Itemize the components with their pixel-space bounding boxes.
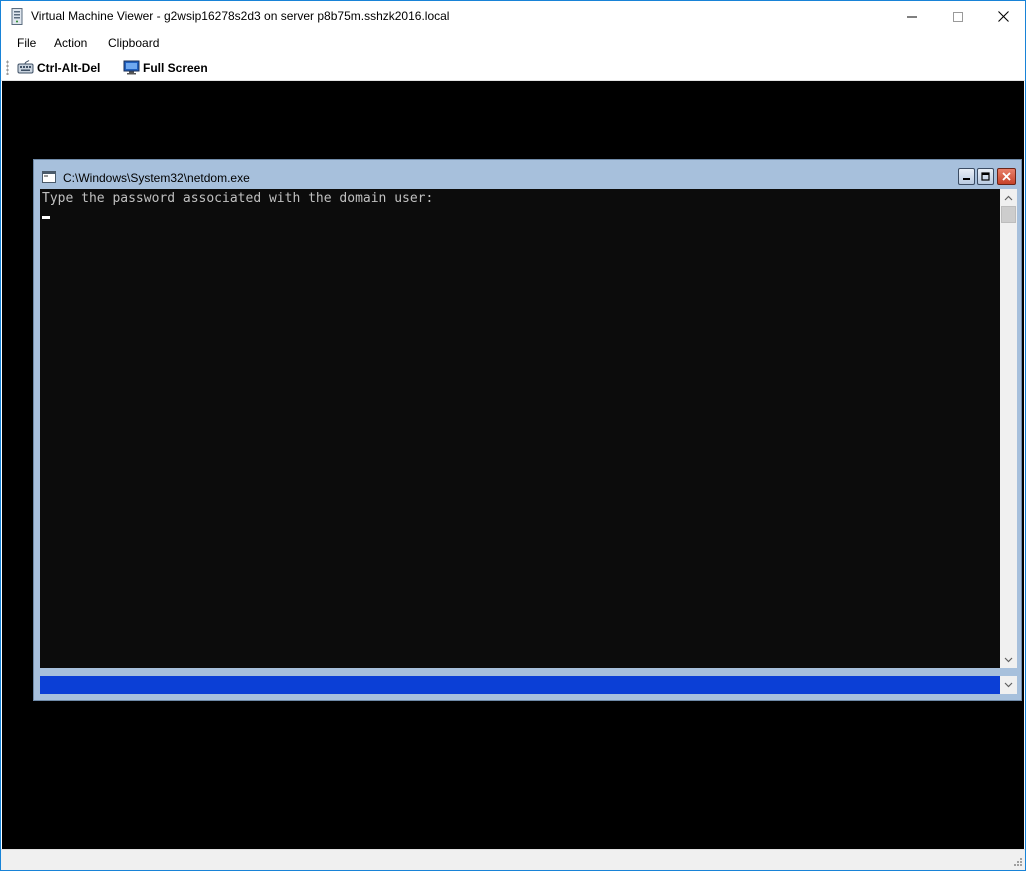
menu-clipboard[interactable]: Clipboard (104, 36, 163, 50)
minimize-button[interactable] (889, 1, 935, 32)
bottom-blue-bar (40, 676, 1000, 694)
vertical-scrollbar[interactable] (1000, 189, 1017, 668)
console-output[interactable]: Type the password associated with the do… (40, 189, 1000, 668)
menu-file[interactable]: File (13, 36, 40, 50)
maximize-icon (981, 172, 990, 181)
maximize-icon (953, 11, 963, 22)
full-screen-label: Full Screen (143, 60, 208, 75)
console-window[interactable]: C:\Windows\System32\netdom.exe Type the … (33, 159, 1022, 701)
maximize-button[interactable] (935, 1, 981, 32)
scrollbar-thumb[interactable] (1001, 206, 1016, 223)
toolbar-grip[interactable] (6, 60, 9, 75)
chevron-up-icon (1004, 195, 1013, 200)
status-bar (1, 849, 1025, 870)
resize-grip-icon[interactable] (1011, 857, 1023, 869)
scroll-up-button[interactable] (1000, 189, 1017, 206)
minimize-icon (963, 178, 970, 180)
ctrl-alt-del-label: Ctrl-Alt-Del (37, 60, 101, 75)
close-icon (997, 11, 1009, 22)
window-title: Virtual Machine Viewer - g2wsip16278s2d3… (31, 9, 450, 23)
menu-bar: File Action Clipboard (1, 32, 1025, 55)
full-screen-button[interactable]: Full Screen (123, 58, 208, 77)
toolbar: Ctrl-Alt-Del Full Screen (1, 55, 1025, 81)
menu-action[interactable]: Action (50, 36, 91, 50)
close-icon (1002, 172, 1011, 181)
close-button[interactable] (980, 1, 1025, 32)
minimize-icon (907, 16, 917, 17)
monitor-icon (123, 60, 140, 75)
title-bar: Virtual Machine Viewer - g2wsip16278s2d3… (1, 1, 1025, 32)
console-maximize-button[interactable] (977, 168, 994, 185)
console-minimize-button[interactable] (958, 168, 975, 185)
console-icon (42, 171, 56, 183)
vm-viewer-window: Virtual Machine Viewer - g2wsip16278s2d3… (0, 0, 1026, 871)
keyboard-icon (17, 60, 34, 74)
server-icon (11, 8, 23, 25)
chevron-down-icon (1004, 657, 1013, 662)
vm-display[interactable]: C:\Windows\System32\netdom.exe Type the … (2, 81, 1024, 849)
chevron-down-icon (1004, 682, 1013, 688)
console-title: C:\Windows\System32\netdom.exe (63, 171, 250, 185)
bottom-dropdown-button[interactable] (1000, 676, 1017, 694)
scroll-down-button[interactable] (1000, 651, 1017, 668)
console-prompt-line: Type the password associated with the do… (42, 191, 434, 206)
console-close-button[interactable] (997, 168, 1016, 185)
text-cursor (42, 216, 50, 219)
ctrl-alt-del-button[interactable]: Ctrl-Alt-Del (17, 58, 100, 77)
